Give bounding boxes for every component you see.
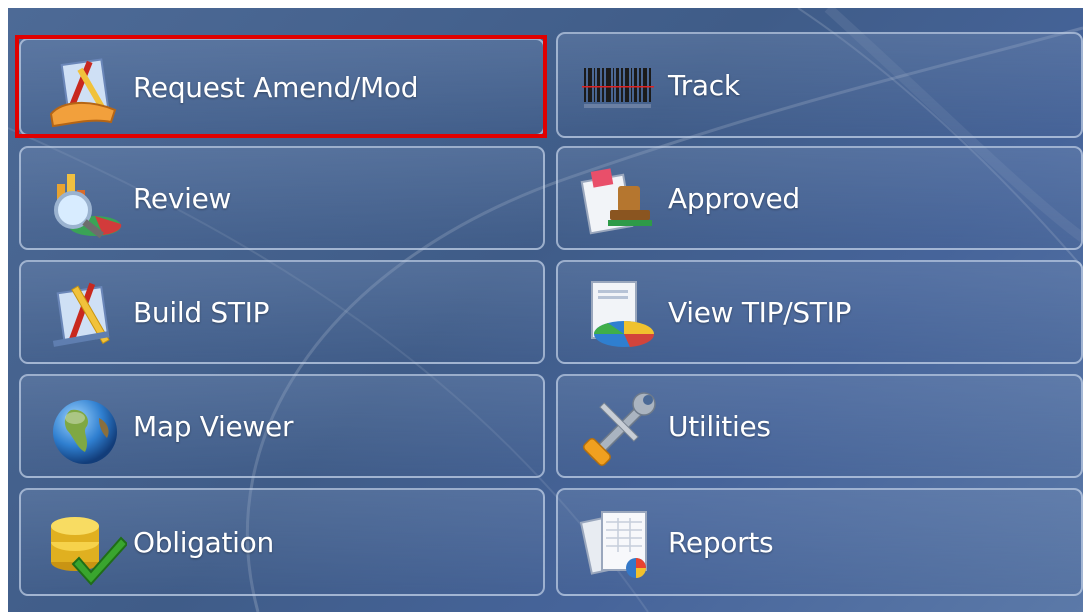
menu-tile-label: Approved <box>668 181 800 215</box>
menu-tile-map-viewer[interactable]: Map Viewer <box>19 374 545 478</box>
globe-icon <box>43 388 127 472</box>
pencil-ruler-hand-icon <box>43 52 127 136</box>
coins-checkmark-icon <box>43 502 127 586</box>
menu-tile-review[interactable]: Review <box>19 146 545 250</box>
menu-tile-build-stip[interactable]: Build STIP <box>19 260 545 364</box>
menu-tile-label: Review <box>133 181 232 215</box>
stamp-icon <box>578 160 662 244</box>
menu-tile-track[interactable]: Track <box>556 32 1083 138</box>
menu-tile-label: Request Amend/Mod <box>133 70 419 104</box>
pencil-ruler-icon <box>43 274 127 358</box>
menu-tile-label: Utilities <box>668 409 771 443</box>
barcode-icon <box>578 46 662 130</box>
menu-tile-obligation[interactable]: Obligation <box>19 488 545 596</box>
menu-tile-label: Obligation <box>133 525 274 559</box>
menu-tile-request-amend-mod[interactable]: Request Amend/Mod <box>19 38 545 136</box>
menu-tile-label: Reports <box>668 525 774 559</box>
report-documents-icon <box>578 502 662 586</box>
wrench-screwdriver-icon <box>578 388 662 472</box>
menu-tile-label: Map Viewer <box>133 409 294 443</box>
menu-tile-utilities[interactable]: Utilities <box>556 374 1083 478</box>
menu-tile-reports[interactable]: Reports <box>556 488 1083 596</box>
menu-tile-view-tip-stip[interactable]: View TIP/STIP <box>556 260 1083 364</box>
pie-chart-document-icon <box>578 274 662 358</box>
menu-tile-label: Track <box>668 68 740 102</box>
magnifier-chart-icon <box>43 162 127 246</box>
menu-tile-approved[interactable]: Approved <box>556 146 1083 250</box>
menu-tile-label: Build STIP <box>133 295 270 329</box>
menu-tile-label: View TIP/STIP <box>668 295 852 329</box>
